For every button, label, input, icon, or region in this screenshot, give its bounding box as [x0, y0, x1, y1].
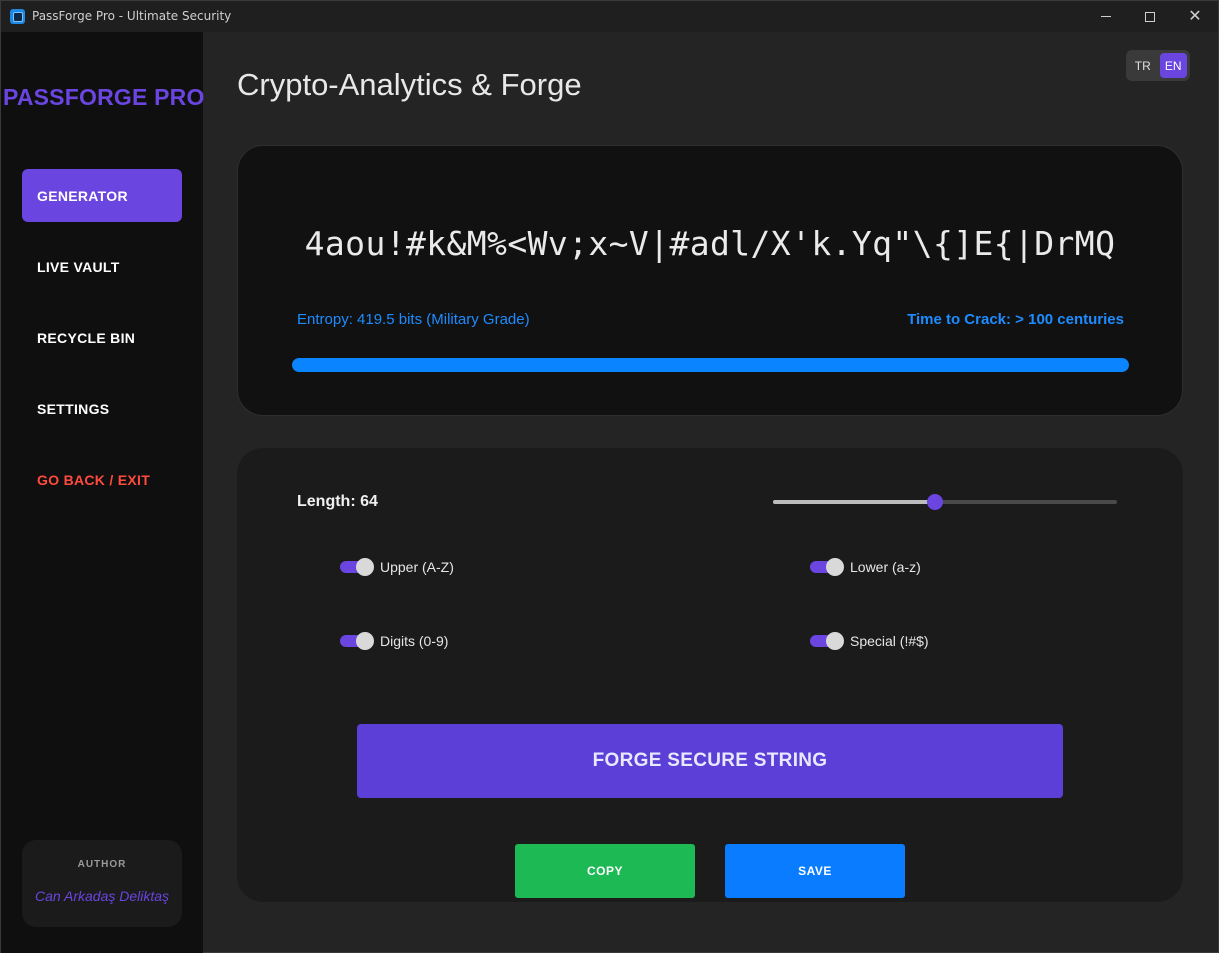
- length-slider-fill: [773, 500, 935, 504]
- digits-switch[interactable]: [340, 632, 374, 650]
- switch-knob: [356, 632, 374, 650]
- language-option-tr[interactable]: TR: [1129, 53, 1157, 78]
- author-name: Can Arkadaş Deliktaş: [34, 888, 170, 904]
- upper-switch[interactable]: [340, 558, 374, 576]
- sidebar-item-label: RECYCLE BIN: [37, 329, 136, 346]
- close-button[interactable]: ✕: [1172, 1, 1218, 32]
- toggle-label: Lower (a-z): [850, 559, 921, 575]
- sidebar-item-settings[interactable]: SETTINGS: [22, 382, 182, 435]
- sidebar-item-exit[interactable]: GO BACK / EXIT: [22, 453, 182, 506]
- sidebar-item-recycle-bin[interactable]: RECYCLE BIN: [22, 311, 182, 364]
- sidebar-item-label: GO BACK / EXIT: [37, 471, 151, 488]
- sidebar-item-live-vault[interactable]: LIVE VAULT: [22, 240, 182, 293]
- author-title: AUTHOR: [77, 859, 127, 870]
- maximize-icon: [1145, 11, 1155, 22]
- options-card: Length: 64 Upper (A-Z) Lower (a-z) Digit…: [237, 448, 1183, 902]
- app-window: PassForge Pro - Ultimate Security ✕ PASS…: [0, 0, 1219, 953]
- toggle-label: Upper (A-Z): [380, 559, 454, 575]
- toggle-upper[interactable]: Upper (A-Z): [340, 558, 454, 576]
- close-icon: ✕: [1188, 7, 1202, 25]
- app-icon: [10, 9, 25, 24]
- length-slider[interactable]: [773, 494, 1117, 510]
- switch-knob: [826, 558, 844, 576]
- forge-button[interactable]: FORGE SECURE STRING: [357, 724, 1063, 798]
- lower-switch[interactable]: [810, 558, 844, 576]
- toggle-label: Special (!#$): [850, 633, 929, 649]
- copy-button[interactable]: COPY: [515, 844, 695, 898]
- toggle-label: Digits (0-9): [380, 633, 449, 649]
- brand-logo: PASSFORGE PRO: [3, 84, 205, 110]
- sidebar-item-label: LIVE VAULT: [37, 258, 120, 275]
- sidebar-item-label: SETTINGS: [37, 400, 110, 417]
- length-slider-thumb[interactable]: [926, 494, 943, 510]
- entropy-readout: Entropy: 419.5 bits (Military Grade): [297, 311, 530, 328]
- strength-bar: [292, 358, 1129, 372]
- maximize-button[interactable]: [1127, 1, 1173, 32]
- window-title: PassForge Pro - Ultimate Security: [32, 9, 232, 23]
- sidebar: PASSFORGE PRO GENERATOR LIVE VAULT RECYC…: [1, 32, 205, 953]
- generated-password: 4aou!#k&M%<Wv;x~V|#adl/X'k.Yq"\{]E{|DrMQ: [304, 224, 1116, 263]
- page-title: Crypto-Analytics & Forge: [237, 67, 582, 102]
- toggle-lower[interactable]: Lower (a-z): [810, 558, 921, 576]
- author-card: AUTHOR Can Arkadaş Deliktaş: [22, 840, 182, 927]
- switch-knob: [356, 558, 374, 576]
- minimize-icon: [1101, 16, 1111, 17]
- switch-knob: [826, 632, 844, 650]
- language-option-en[interactable]: EN: [1159, 53, 1187, 78]
- language-toggle: TR EN: [1126, 50, 1190, 81]
- minimize-button[interactable]: [1083, 1, 1129, 32]
- special-switch[interactable]: [810, 632, 844, 650]
- sidebar-item-generator[interactable]: GENERATOR: [22, 169, 182, 222]
- length-label: Length: 64: [297, 493, 378, 510]
- password-card: 4aou!#k&M%<Wv;x~V|#adl/X'k.Yq"\{]E{|DrMQ…: [237, 145, 1183, 416]
- toggle-digits[interactable]: Digits (0-9): [340, 632, 449, 650]
- toggle-special[interactable]: Special (!#$): [810, 632, 929, 650]
- strength-bar-fill: [292, 358, 1129, 372]
- title-bar: PassForge Pro - Ultimate Security ✕: [1, 1, 1218, 32]
- crack-time-readout: Time to Crack: > 100 centuries: [907, 311, 1124, 328]
- save-button[interactable]: SAVE: [725, 844, 905, 898]
- sidebar-item-label: GENERATOR: [37, 187, 128, 204]
